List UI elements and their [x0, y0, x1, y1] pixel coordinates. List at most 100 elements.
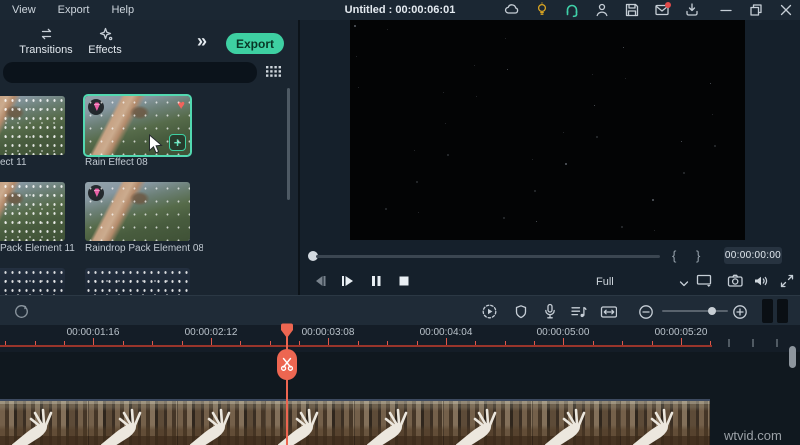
audio-mixer-icon[interactable] — [570, 303, 587, 320]
current-timecode: 00:00:00:00 — [724, 247, 782, 264]
effect-thumbnail[interactable] — [0, 268, 65, 295]
effects-library-panel: Transitions Effects » Export ect 11 ♥ + … — [0, 20, 298, 295]
split-scissors-button[interactable] — [277, 349, 297, 380]
seek-track[interactable] — [316, 255, 660, 258]
search-input[interactable] — [3, 62, 257, 83]
menu-view[interactable]: View — [12, 4, 36, 16]
stop-button[interactable] — [396, 274, 412, 288]
download-icon[interactable] — [684, 2, 700, 18]
ruler-label: 00:00:01:16 — [66, 327, 120, 338]
menu-export[interactable]: Export — [58, 4, 90, 16]
user-icon[interactable] — [594, 2, 610, 18]
clip-frame — [532, 401, 622, 445]
transitions-icon — [41, 28, 51, 40]
timeline-ruler[interactable]: 00:00:01:16 00:00:02:12 00:00:03:08 00:0… — [0, 325, 800, 352]
timeline-zoom-slider[interactable] — [662, 307, 728, 315]
titlebar-icons — [504, 0, 794, 20]
watermark: wtvid.com — [724, 428, 782, 443]
mouse-cursor — [149, 134, 163, 154]
ruler-label: 00:00:02:12 — [184, 327, 238, 338]
clip-frame — [266, 401, 355, 445]
effect-thumbnail-label: ect 11 — [0, 157, 27, 168]
transport-controls: Full — [300, 270, 800, 295]
titlebar: View Export Help Untitled : 00:00:06:01 — [0, 0, 800, 20]
clip-frame — [88, 401, 178, 445]
tab-transitions-label: Transitions — [19, 44, 73, 56]
fullscreen-icon[interactable] — [778, 272, 796, 290]
redo-history-icon[interactable] — [13, 303, 30, 320]
pause-button[interactable] — [368, 274, 384, 288]
clip-frame — [355, 401, 444, 445]
chevron-down-icon[interactable] — [678, 276, 690, 294]
ruler-label: 00:00:04:04 — [419, 327, 473, 338]
video-clip[interactable] — [0, 399, 710, 445]
minimize-button[interactable] — [718, 2, 734, 18]
ruler-label: 00:00:05:00 — [536, 327, 590, 338]
effect-thumbnail-label: Pack Element 11 — [0, 243, 75, 254]
add-effect-button[interactable]: + — [169, 134, 186, 151]
snapshot-camera-icon[interactable] — [726, 272, 744, 290]
zoom-in-icon[interactable] — [731, 303, 748, 320]
timeline-scrollbar[interactable] — [789, 346, 796, 368]
effect-thumbnail-selected[interactable]: ♥ + — [83, 94, 192, 157]
cloud-icon[interactable] — [504, 2, 520, 18]
track-toggle-icon[interactable] — [762, 299, 788, 323]
timeline-tracks[interactable] — [0, 352, 800, 445]
filmora-app-window: View Export Help Untitled : 00:00:06:01 — [0, 0, 800, 445]
preview-video[interactable] — [350, 20, 745, 240]
scissors-icon — [280, 357, 294, 371]
marker-icon[interactable] — [512, 303, 529, 320]
restore-button[interactable] — [748, 2, 764, 18]
effect-thumbnail-label: Raindrop Pack Element 08 — [85, 243, 203, 254]
zoom-to-fit-icon[interactable] — [600, 303, 617, 320]
headset-icon[interactable] — [564, 2, 580, 18]
render-preview-icon[interactable] — [481, 303, 498, 320]
clip-frame — [621, 401, 710, 445]
close-button[interactable] — [778, 2, 794, 18]
export-button[interactable]: Export — [226, 33, 284, 54]
notification-dot — [665, 2, 671, 8]
zoom-out-icon[interactable] — [637, 303, 654, 320]
effect-thumbnail[interactable] — [85, 268, 190, 295]
mark-out-button[interactable]: } — [696, 248, 700, 263]
effects-icon — [99, 27, 112, 41]
effect-thumbnail[interactable] — [0, 96, 65, 155]
play-button[interactable] — [340, 274, 356, 288]
panel-scrollbar[interactable] — [287, 88, 290, 200]
grid-view-icon[interactable] — [264, 64, 282, 82]
playhead-head[interactable] — [280, 323, 294, 340]
tab-effects[interactable]: Effects — [83, 27, 127, 56]
premium-gem-icon — [88, 99, 104, 115]
preview-seek-row: { } 00:00:00:00 — [300, 246, 800, 266]
effect-thumbnail-label: Rain Effect 08 — [85, 157, 148, 168]
mark-in-button[interactable]: { — [672, 248, 676, 263]
project-title: Untitled : 00:00:06:01 — [344, 4, 456, 16]
save-icon[interactable] — [624, 2, 640, 18]
tab-transitions[interactable]: Transitions — [17, 27, 75, 56]
tab-effects-label: Effects — [88, 44, 122, 56]
volume-icon[interactable] — [752, 272, 770, 290]
mail-icon[interactable] — [654, 2, 671, 18]
preview-panel: { } 00:00:00:00 Full — [300, 20, 800, 295]
preview-quality-select[interactable]: Full — [596, 276, 614, 288]
clip-frame — [177, 401, 267, 445]
clip-frame — [443, 401, 533, 445]
zoom-slider-handle[interactable] — [708, 307, 716, 315]
effect-thumbnail[interactable] — [85, 182, 190, 241]
menu-help[interactable]: Help — [111, 4, 134, 16]
favorite-heart-icon[interactable]: ♥ — [177, 97, 185, 113]
effect-thumbnail[interactable] — [0, 182, 65, 241]
display-device-icon[interactable] — [696, 272, 714, 290]
ruler-media-extent-line — [0, 345, 712, 347]
menubar: View Export Help — [0, 4, 134, 16]
timeline-toolbar — [0, 295, 800, 325]
clip-frame — [0, 401, 89, 445]
ruler-label: 00:00:03:08 — [301, 327, 355, 338]
ruler-label: 00:00:05:20 — [654, 327, 708, 338]
voiceover-mic-icon[interactable] — [541, 303, 558, 320]
lightbulb-icon[interactable] — [534, 2, 550, 18]
previous-frame-button[interactable] — [312, 274, 328, 288]
premium-gem-icon — [88, 185, 104, 201]
playhead-line[interactable] — [286, 324, 288, 445]
more-tabs-chevrons[interactable]: » — [197, 31, 207, 52]
